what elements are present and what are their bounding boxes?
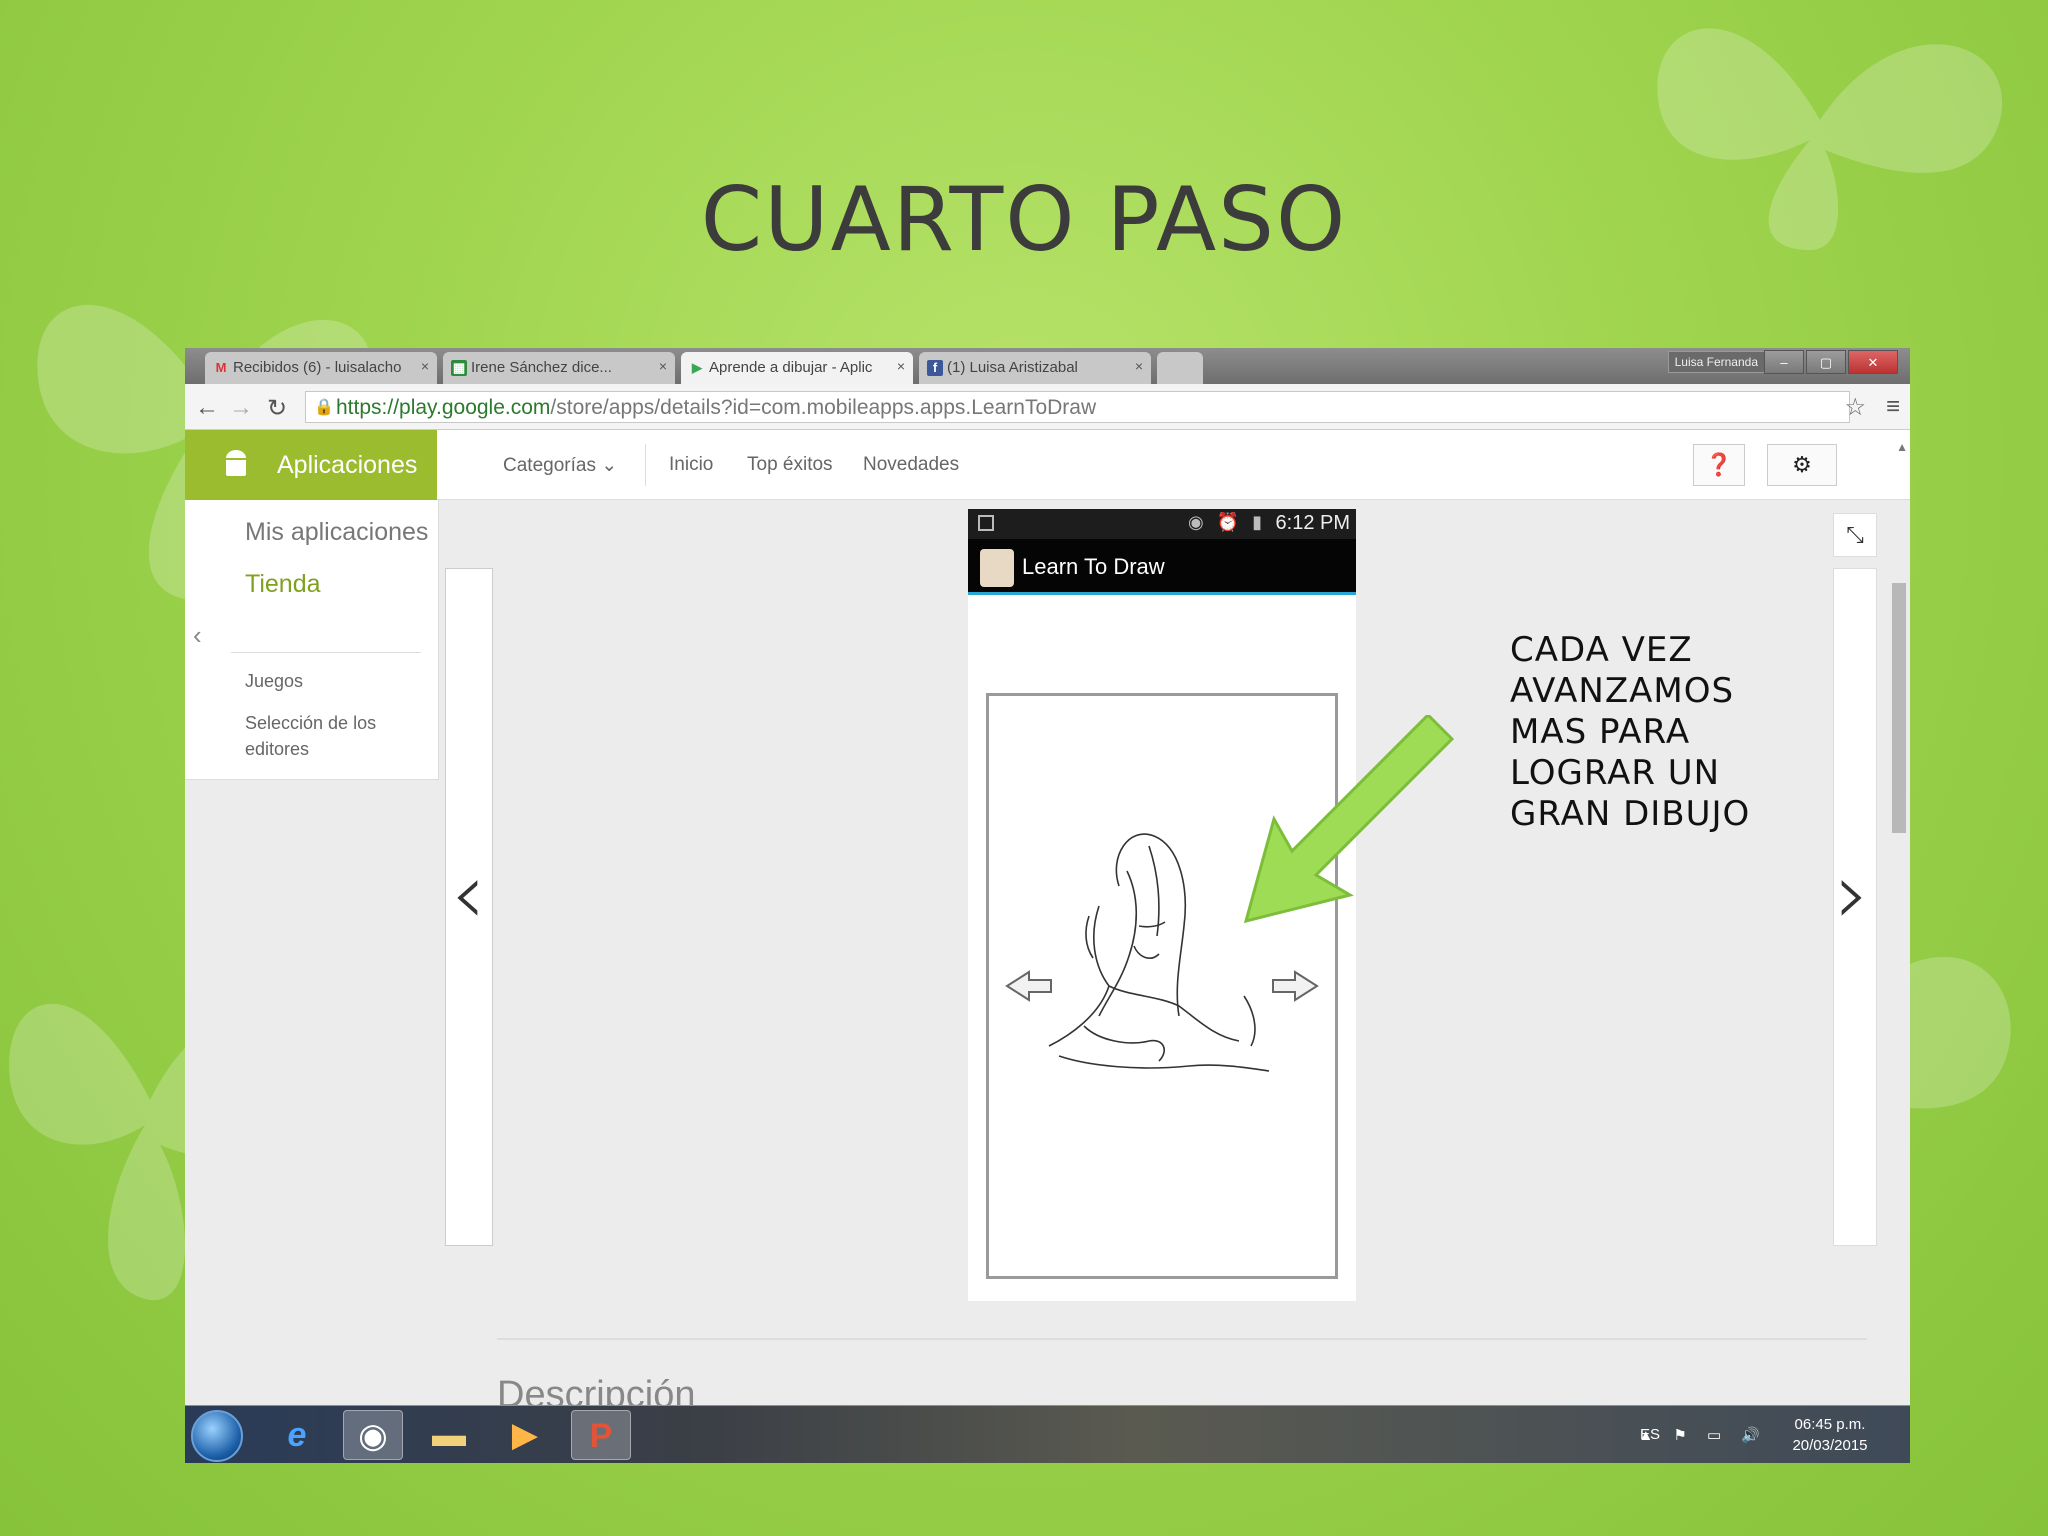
url-host: https://play.google.com	[336, 396, 551, 419]
previous-step-arrow-icon	[1005, 970, 1052, 1002]
sidebar-item-store[interactable]: Tienda	[245, 570, 321, 599]
powerpoint-icon[interactable]: P	[571, 1410, 631, 1460]
help-icon[interactable]: ❓	[1693, 444, 1745, 486]
note-line: CADA VEZ	[1510, 630, 1693, 670]
chevron-down-icon: ⌄	[601, 455, 618, 476]
close-icon[interactable]: ×	[421, 358, 429, 374]
sidebar-item-games[interactable]: Juegos	[245, 668, 303, 694]
clock-time: 06:45 p.m.	[1794, 1416, 1866, 1433]
apps-label: Aplicaciones	[277, 451, 418, 479]
gear-icon[interactable]: ⚙	[1767, 444, 1837, 486]
note-line: AVANZAMOS	[1510, 671, 1735, 711]
slide-title: CUARTO PASO	[700, 168, 1348, 271]
bookmark-star-icon[interactable]: ☆	[1844, 393, 1866, 422]
tab-facebook[interactable]: f (1) Luisa Aristizabal ×	[919, 352, 1151, 384]
annotation-text: CADA VEZ AVANZAMOS MAS PARA LOGRAR UN GR…	[1510, 630, 1750, 835]
minimize-icon[interactable]: –	[1764, 350, 1804, 374]
status-bar: ◉ ⏰ ▮ 6:12 PM	[968, 509, 1356, 539]
menu-icon[interactable]: ≡	[1886, 393, 1900, 421]
chrome-icon[interactable]: ◉	[343, 1410, 403, 1460]
windows-taskbar: e ◉ ▬ ▶ P ES ▲ ⚑ ▭ 🔊 06:45 p.m. 20/03/20…	[185, 1405, 1910, 1463]
status-icons: ◉ ⏰ ▮	[1187, 512, 1266, 532]
image-notification-icon	[978, 515, 994, 531]
close-icon[interactable]: ×	[897, 358, 905, 374]
url-field[interactable]: 🔒 https://play.google.com/store/apps/det…	[305, 391, 1850, 423]
tab-label: (1) Luisa Aristizabal	[947, 359, 1078, 376]
editors-line-1: Selección de los	[245, 713, 377, 733]
window-close-icon[interactable]: ✕	[1848, 350, 1898, 374]
forward-icon[interactable]: →	[227, 394, 255, 422]
close-icon[interactable]: ×	[659, 358, 667, 374]
categories-label: Categorías	[503, 455, 596, 476]
divider	[497, 1338, 1867, 1340]
annotation-arrow	[1243, 715, 1455, 924]
note-line: LOGRAR UN	[1510, 753, 1721, 793]
address-bar: ← → ↻ 🔒 https://play.google.com/store/ap…	[185, 384, 1910, 430]
start-button[interactable]	[191, 1410, 243, 1462]
internet-explorer-icon[interactable]: e	[267, 1410, 327, 1460]
close-icon[interactable]: ×	[1135, 358, 1143, 374]
tray-icons[interactable]: ▲ ⚑ ▭ 🔊	[1638, 1426, 1768, 1444]
profile-button[interactable]: Luisa Fernanda	[1667, 351, 1765, 373]
facebook-icon: f	[927, 360, 943, 376]
sheets-icon: ▦	[451, 360, 467, 376]
categories-dropdown[interactable]: Categorías ⌄	[503, 454, 617, 477]
editors-line-2: editores	[245, 739, 310, 759]
browser-screenshot: M Recibidos (6) - luisalacho × ▦ Irene S…	[185, 348, 1910, 1463]
tab-label: Irene Sánchez dice...	[471, 359, 612, 376]
maximize-icon[interactable]: ▢	[1806, 350, 1846, 374]
folder-icon[interactable]: ▬	[419, 1410, 479, 1460]
new-tab-button[interactable]	[1157, 352, 1203, 384]
lock-icon: 🔒	[314, 399, 334, 416]
scrollbar-thumb[interactable]	[1892, 583, 1906, 833]
status-time: 6:12 PM	[1275, 512, 1350, 534]
next-screenshot-icon[interactable]: ›	[1835, 844, 1869, 944]
tab-label: Aprende a dibujar - Aplic	[709, 359, 873, 376]
gmail-icon: M	[215, 360, 227, 375]
nav-novedades[interactable]: Novedades	[863, 454, 959, 476]
back-icon[interactable]: ←	[193, 394, 221, 422]
apps-tab[interactable]: Aplicaciones	[185, 430, 437, 500]
tab-label: Recibidos (6) - luisalacho	[233, 359, 402, 376]
next-step-arrow-icon	[1272, 970, 1319, 1002]
reload-icon[interactable]: ↻	[263, 394, 291, 423]
url-path: /store/apps/details?id=com.mobileapps.ap…	[550, 396, 1097, 419]
nav-inicio[interactable]: Inicio	[669, 454, 713, 476]
note-line: GRAN DIBUJO	[1510, 794, 1751, 834]
tab-aprende[interactable]: ▶ Aprende a dibujar - Aplic ×	[681, 352, 913, 384]
play-icon: ▶	[692, 360, 702, 375]
exit-fullscreen-icon[interactable]: ⤡	[1833, 513, 1877, 557]
sidebar-item-my-apps[interactable]: Mis aplicaciones	[245, 518, 428, 547]
clock-date: 20/03/2015	[1792, 1437, 1868, 1454]
divider	[231, 652, 421, 653]
clock[interactable]: 06:45 p.m. 20/03/2015	[1780, 1414, 1880, 1456]
window-controls: – ▢ ✕	[1762, 350, 1898, 374]
previous-screenshot-icon[interactable]: ‹	[451, 844, 485, 944]
collapse-chevron-icon[interactable]: ‹	[193, 620, 202, 651]
sidebar-item-editors-choice[interactable]: Selección de los editores	[245, 710, 376, 762]
scroll-up-icon[interactable]: ▲	[1896, 440, 1908, 454]
note-line: MAS PARA	[1510, 712, 1691, 752]
tab-irene[interactable]: ▦ Irene Sánchez dice... ×	[443, 352, 675, 384]
divider	[645, 444, 646, 486]
sidebar: ‹ Mis aplicaciones Tienda Juegos Selecci…	[185, 500, 439, 780]
nav-top-exitos[interactable]: Top éxitos	[747, 454, 833, 476]
app-title: Learn To Draw	[1022, 554, 1165, 579]
app-action-bar: Learn To Draw	[968, 539, 1356, 595]
app-icon	[980, 549, 1014, 587]
android-icon	[226, 450, 246, 476]
media-player-icon[interactable]: ▶	[495, 1410, 555, 1460]
play-header: Aplicaciones Categorías ⌄ Inicio Top éxi…	[185, 430, 1910, 500]
tab-strip: M Recibidos (6) - luisalacho × ▦ Irene S…	[185, 348, 1910, 384]
tab-gmail[interactable]: M Recibidos (6) - luisalacho ×	[205, 352, 437, 384]
